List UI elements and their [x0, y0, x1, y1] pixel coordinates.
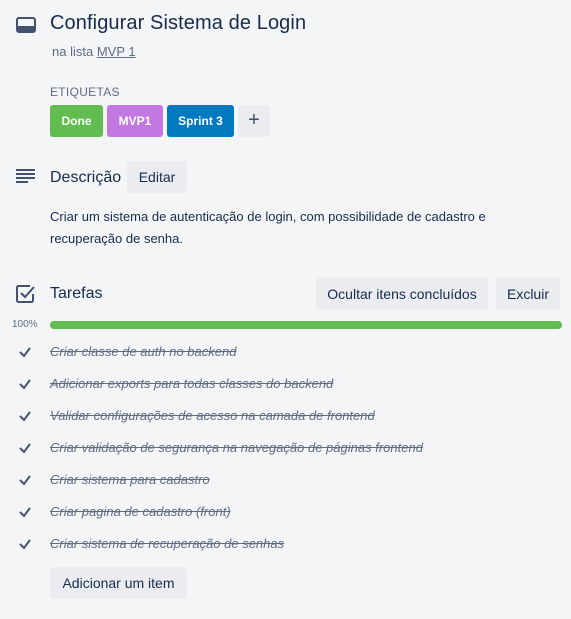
checklist-item-text[interactable]: Adicionar exports para todas classes do … — [50, 376, 333, 391]
progress-bar — [50, 321, 562, 329]
checklist-item[interactable]: Criar sistema para cadastro — [0, 464, 571, 496]
description-title: Descrição — [50, 169, 122, 186]
in-list-prefix: na lista — [52, 44, 94, 59]
progress-fill — [50, 321, 562, 329]
list-reference: na lista MVP 1 — [52, 44, 136, 59]
checklist-item[interactable]: Criar pagina de cadastro (front) — [0, 496, 571, 528]
label-sprint-3[interactable]: Sprint 3 — [167, 105, 234, 137]
checklist-title: Tarefas — [50, 285, 103, 302]
checklist-item[interactable]: Criar sistema de recuperação de senhas — [0, 528, 571, 560]
hide-completed-button[interactable]: Ocultar itens concluídos — [316, 278, 488, 310]
checklist-item-text[interactable]: Validar configurações de acesso na camad… — [50, 408, 375, 423]
label-mvp1[interactable]: MVP1 — [107, 105, 163, 137]
card-title: Configurar Sistema de Login — [50, 12, 307, 34]
checklist-item-text[interactable]: Criar classe de auth no backend — [50, 344, 236, 359]
checklist-item[interactable]: Adicionar exports para todas classes do … — [0, 368, 571, 400]
checklist-item[interactable]: Validar configurações de acesso na camad… — [0, 400, 571, 432]
checklist-item-text[interactable]: Criar sistema de recuperação de senhas — [50, 536, 284, 551]
add-item-button[interactable]: Adicionar um item — [50, 567, 187, 599]
label-done[interactable]: Done — [50, 105, 103, 137]
checkmark-icon[interactable] — [18, 345, 32, 359]
checkmark-icon[interactable] — [18, 441, 32, 455]
description-lines-icon — [16, 169, 35, 183]
checklist-item-text[interactable]: Criar pagina de cadastro (front) — [50, 504, 231, 519]
checklist-item-text[interactable]: Criar validação de segurança na navegaçã… — [50, 440, 423, 455]
description-text[interactable]: Criar um sistema de autenticação de logi… — [50, 206, 550, 250]
checkmark-icon[interactable] — [18, 377, 32, 391]
labels-heading: ETIQUETAS — [50, 85, 120, 99]
checklist-icon — [16, 285, 35, 303]
add-label-button[interactable]: + — [238, 105, 270, 137]
list-link[interactable]: MVP 1 — [97, 44, 136, 59]
checkmark-icon[interactable] — [18, 473, 32, 487]
card-icon — [16, 17, 36, 33]
checkmark-icon[interactable] — [18, 409, 32, 423]
checklist-item-text[interactable]: Criar sistema para cadastro — [50, 472, 210, 487]
checkmark-icon[interactable] — [18, 537, 32, 551]
edit-description-button[interactable]: Editar — [127, 161, 187, 193]
progress-percentage: 100% — [12, 319, 38, 330]
checklist-item[interactable]: Criar classe de auth no backend — [0, 336, 571, 368]
checklist-item[interactable]: Criar validação de segurança na navegaçã… — [0, 432, 571, 464]
delete-checklist-button[interactable]: Excluir — [496, 278, 560, 310]
checkmark-icon[interactable] — [18, 505, 32, 519]
